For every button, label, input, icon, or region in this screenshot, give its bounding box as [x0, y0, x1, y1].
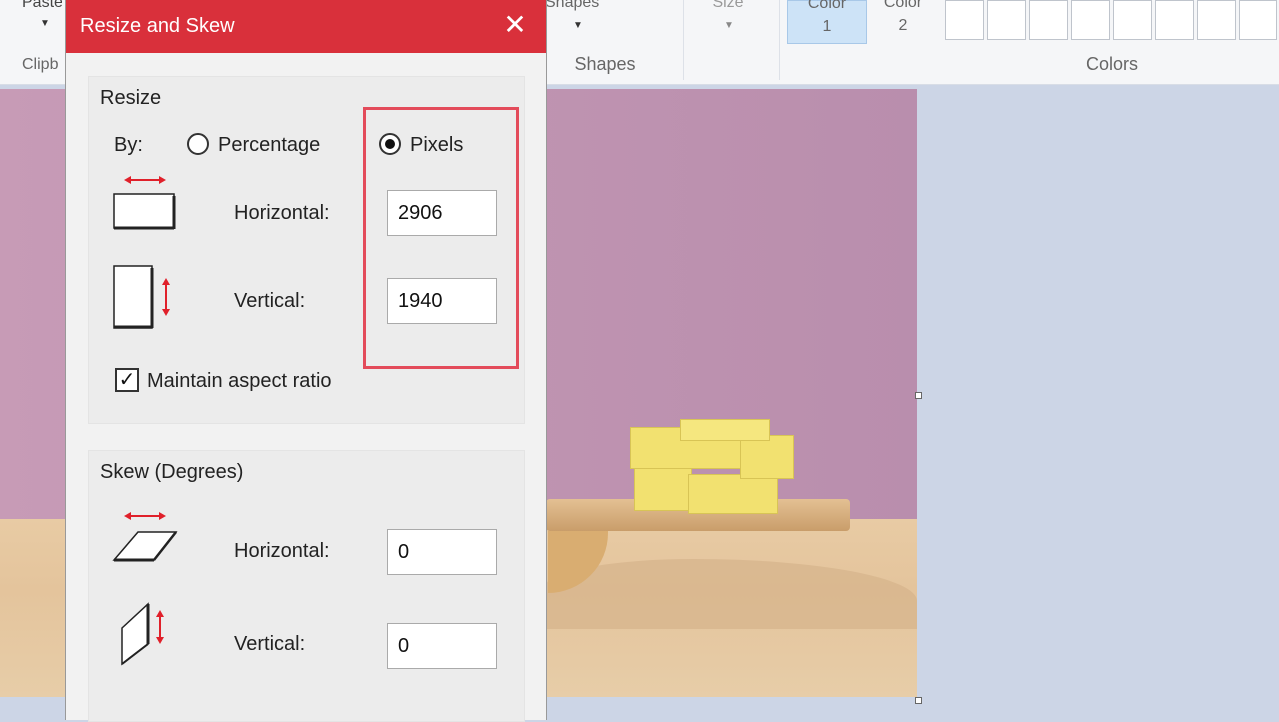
dropdown-arrow-icon[interactable]: ▼	[40, 18, 50, 29]
percentage-radio[interactable]	[187, 133, 209, 155]
color2-button[interactable]: Color 2	[868, 0, 938, 42]
size-button[interactable]: Size	[703, 0, 753, 13]
dialog-title: Resize and Skew	[80, 15, 235, 37]
ribbon-separator	[779, 0, 780, 80]
canvas-resize-handle[interactable]	[915, 697, 922, 704]
resize-horizontal-icon	[113, 176, 176, 230]
dropdown-arrow-icon[interactable]: ▼	[724, 20, 734, 31]
photo-block	[634, 463, 692, 511]
paste-button[interactable]: Paste	[22, 0, 62, 12]
color1-number: 1	[822, 18, 832, 35]
skew-vertical-input[interactable]	[387, 623, 497, 669]
color1-button[interactable]: Color 1	[787, 0, 867, 44]
dialog-titlebar: Resize and Skew ✕	[66, 0, 546, 53]
highlight-box	[363, 107, 519, 369]
dropdown-arrow-icon[interactable]: ▼	[573, 20, 583, 31]
resize-vertical-icon	[113, 265, 170, 329]
canvas-resize-handle[interactable]	[915, 392, 922, 399]
color2-label: Color	[883, 0, 923, 11]
skew-vertical-icon	[121, 602, 164, 666]
skew-horizontal-icon	[112, 512, 178, 562]
maintain-aspect-label[interactable]: Maintain aspect ratio	[147, 370, 332, 393]
by-label: By:	[114, 134, 143, 156]
clipboard-group-label: Clipb	[22, 56, 59, 73]
ribbon-separator	[683, 0, 684, 80]
photo-block	[680, 419, 770, 441]
percentage-label[interactable]: Percentage	[218, 134, 320, 157]
skew-horizontal-label: Horizontal:	[234, 540, 330, 562]
skew-group: Skew (Degrees)	[88, 450, 525, 722]
colors-group-label: Colors	[1085, 54, 1138, 74]
color-swatch[interactable]	[1197, 0, 1236, 40]
photo-block	[688, 474, 778, 514]
maintain-aspect-checkbox[interactable]: ✓	[115, 368, 139, 392]
shapes-button[interactable]: Shapes	[545, 0, 615, 13]
resize-vertical-label: Vertical:	[234, 290, 306, 312]
resize-skew-dialog: Resize and Skew ✕ Resize By: Percentage …	[65, 0, 547, 722]
color-swatch[interactable]	[1239, 0, 1277, 40]
skew-horizontal-input[interactable]	[387, 529, 497, 575]
color-swatch[interactable]	[1029, 0, 1068, 40]
skew-vertical-label: Vertical:	[234, 633, 306, 655]
color-swatch[interactable]	[987, 0, 1026, 40]
shapes-group-label: Shapes	[574, 54, 636, 74]
color-swatch[interactable]	[1071, 0, 1110, 40]
resize-group-label: Resize	[100, 87, 162, 109]
color-swatch[interactable]	[1155, 0, 1194, 40]
color-swatch[interactable]	[945, 0, 984, 40]
color-swatch[interactable]	[1113, 0, 1152, 40]
color1-label: Color	[807, 0, 847, 12]
skew-group-label: Skew (Degrees)	[100, 461, 244, 483]
color2-number: 2	[898, 17, 908, 34]
photo-block	[740, 435, 794, 479]
resize-horizontal-label: Horizontal:	[234, 202, 330, 224]
close-icon[interactable]: ✕	[500, 10, 530, 40]
